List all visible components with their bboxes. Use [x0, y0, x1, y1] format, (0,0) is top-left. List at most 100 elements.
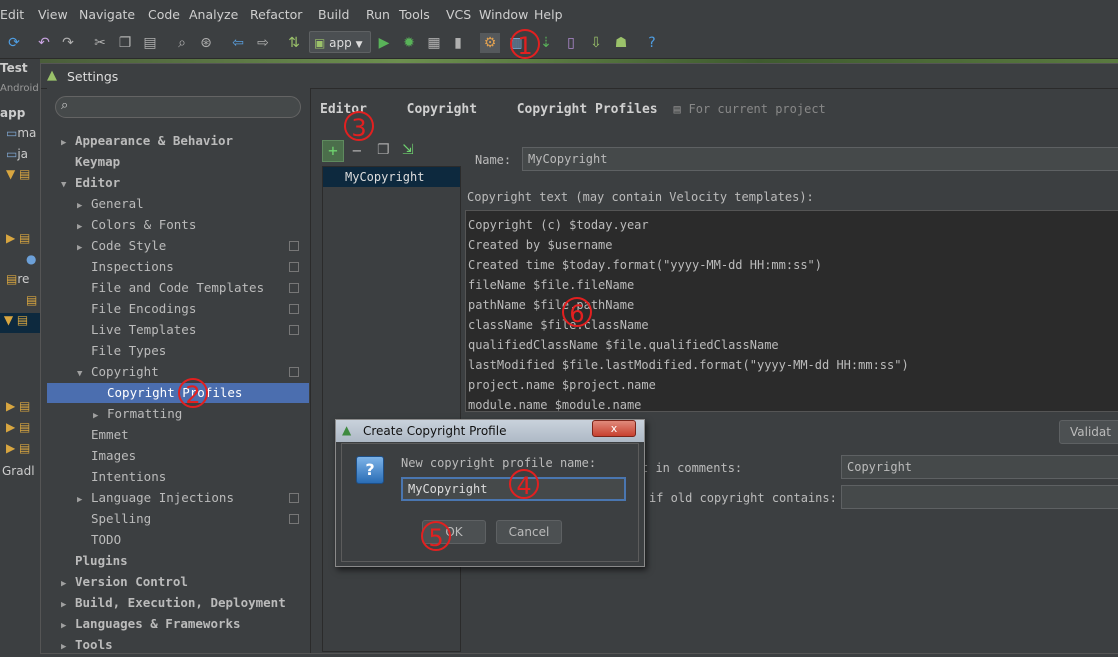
paste-icon[interactable]: ▤ [140, 33, 160, 53]
tree-item[interactable]: ▶ Colors & Fonts [47, 215, 309, 235]
chevron-right-icon[interactable]: ▶ [77, 217, 91, 237]
help-icon[interactable]: ? [642, 33, 662, 53]
menu-tools[interactable]: Tools [399, 7, 430, 22]
tree-item[interactable]: ▶ Version Control [47, 572, 309, 592]
tree-item[interactable]: ▶ Code Style [47, 236, 309, 256]
tree-item[interactable]: File and Code Templates [47, 278, 309, 298]
keyword-field[interactable]: Copyright [841, 455, 1118, 479]
project-level-icon [289, 241, 299, 251]
settings-search-input[interactable]: ⌕ [55, 96, 301, 118]
search-icon: ⌕ [61, 98, 69, 113]
chevron-right-icon[interactable]: ▶ [77, 238, 91, 258]
back-icon[interactable]: ⇦ [228, 33, 248, 53]
tree-app[interactable]: app [0, 106, 40, 126]
project-tab[interactable]: Test [0, 61, 40, 81]
tree-item[interactable]: ▶ Languages & Frameworks [47, 614, 309, 634]
tree-package-selected[interactable]: ▼ ▤ [0, 313, 40, 333]
chevron-right-icon[interactable]: ▶ [77, 196, 91, 216]
undo-icon[interactable]: ↶ [34, 33, 54, 53]
cut-icon[interactable]: ✂ [90, 33, 110, 53]
close-button[interactable]: x [592, 420, 636, 437]
profile-list: MyCopyright [322, 166, 461, 652]
run-config-select[interactable]: ▣ app ▼ [309, 31, 371, 53]
copyright-line: pathName $file.pathName [468, 298, 635, 312]
copy-icon[interactable]: ❐ [115, 33, 135, 53]
tree-item-label: Appearance & Behavior [75, 133, 234, 148]
tree-item[interactable]: ▶ Formatting [47, 404, 309, 424]
menu-navigate[interactable]: Navigate [79, 7, 135, 22]
menu-help[interactable]: Help [534, 7, 563, 22]
for-current-project-label: For current project [688, 102, 826, 116]
tree-item[interactable]: Spelling [47, 509, 309, 529]
build-icon[interactable]: ⇅ [284, 33, 304, 53]
find-icon[interactable]: ⌕ [172, 33, 192, 53]
annotation-step-3: 3 [344, 111, 374, 142]
menu-refactor[interactable]: Refactor [250, 7, 302, 22]
tree-item[interactable]: ▶ Appearance & Behavior [47, 131, 309, 151]
menu-edit[interactable]: Edit [0, 7, 24, 22]
chevron-right-icon[interactable]: ▶ [61, 133, 75, 153]
prompt-label: New copyright profile name: [401, 456, 597, 470]
tree-item[interactable]: ▼ Copyright [47, 362, 309, 382]
cancel-button[interactable]: Cancel [496, 520, 562, 544]
tree-item[interactable]: ▶ Tools [47, 635, 309, 655]
validate-button[interactable]: Validat [1059, 420, 1118, 444]
tree-item[interactable]: Inspections [47, 257, 309, 277]
android-monitor-icon[interactable]: ☗ [611, 33, 631, 53]
forward-icon[interactable]: ⇨ [253, 33, 273, 53]
menu-build[interactable]: Build [318, 7, 349, 22]
stop-icon[interactable]: ▮ [448, 33, 468, 53]
settings-icon[interactable]: ⚙ [480, 33, 500, 53]
coverage-icon[interactable]: ▦ [424, 33, 444, 53]
sdk-icon[interactable]: ⇩ [586, 33, 606, 53]
avd-icon[interactable]: ▯ [561, 33, 581, 53]
tree-item[interactable]: File Encodings [47, 299, 309, 319]
tree-item[interactable]: File Types [47, 341, 309, 361]
chevron-down-icon[interactable]: ▼ [61, 175, 75, 195]
menu-vcs[interactable]: VCS [446, 7, 471, 22]
debug-icon[interactable]: ✹ [399, 33, 419, 53]
chevron-right-icon[interactable]: ▶ [61, 616, 75, 636]
add-profile-button[interactable]: + [322, 140, 344, 162]
tree-item[interactable]: TODO [47, 530, 309, 550]
copy-profile-button[interactable]: ❐ [377, 142, 390, 158]
project-level-icon [289, 325, 299, 335]
chevron-right-icon[interactable]: ▶ [77, 490, 91, 510]
profile-list-item[interactable]: MyCopyright [323, 167, 460, 187]
tree-item[interactable]: ▼ Editor [47, 173, 309, 193]
tree-item[interactable]: ▶ Language Injections [47, 488, 309, 508]
run-icon[interactable]: ▶ [374, 33, 394, 53]
tree-gradle[interactable]: Gradl [2, 464, 42, 484]
menu-view[interactable]: View [38, 7, 68, 22]
tree-item-label: Intentions [91, 469, 167, 484]
chevron-right-icon[interactable]: ▶ [61, 574, 75, 594]
remove-profile-button[interactable]: − [352, 141, 362, 160]
tree-item[interactable]: ▶ General [47, 194, 309, 214]
tree-item[interactable]: Plugins [47, 551, 309, 571]
chevron-right-icon[interactable]: ▶ [61, 637, 75, 657]
replace-field[interactable] [841, 485, 1118, 509]
tree-item[interactable]: Images [47, 446, 309, 466]
menu-window[interactable]: Window [479, 7, 528, 22]
import-profile-button[interactable]: ⇲ [402, 142, 414, 158]
tree-item[interactable]: Live Templates [47, 320, 309, 340]
folder-icon: ▤ [6, 272, 18, 286]
tree-item[interactable]: Intentions [47, 467, 309, 487]
chevron-down-icon[interactable]: ▼ [77, 364, 91, 384]
sync-icon[interactable]: ⟳ [4, 33, 24, 53]
menu-run[interactable]: Run [366, 7, 390, 22]
name-field[interactable]: MyCopyright [522, 147, 1118, 171]
menu-analyze[interactable]: Analyze [189, 7, 238, 22]
tree-item[interactable]: ▶ Build, Execution, Deployment [47, 593, 309, 613]
tree-item-label: File Encodings [91, 301, 197, 316]
chevron-right-icon[interactable]: ▶ [93, 406, 107, 426]
project-level-icon [289, 283, 299, 293]
tree-item[interactable]: Keymap [47, 152, 309, 172]
tree-item-label: Copyright [91, 364, 159, 379]
menu-code[interactable]: Code [148, 7, 180, 22]
redo-icon[interactable]: ↷ [58, 33, 78, 53]
android-icon: ▣ [314, 36, 326, 50]
chevron-right-icon[interactable]: ▶ [61, 595, 75, 615]
replace-icon[interactable]: ⊛ [196, 33, 216, 53]
tree-item[interactable]: Emmet [47, 425, 309, 445]
